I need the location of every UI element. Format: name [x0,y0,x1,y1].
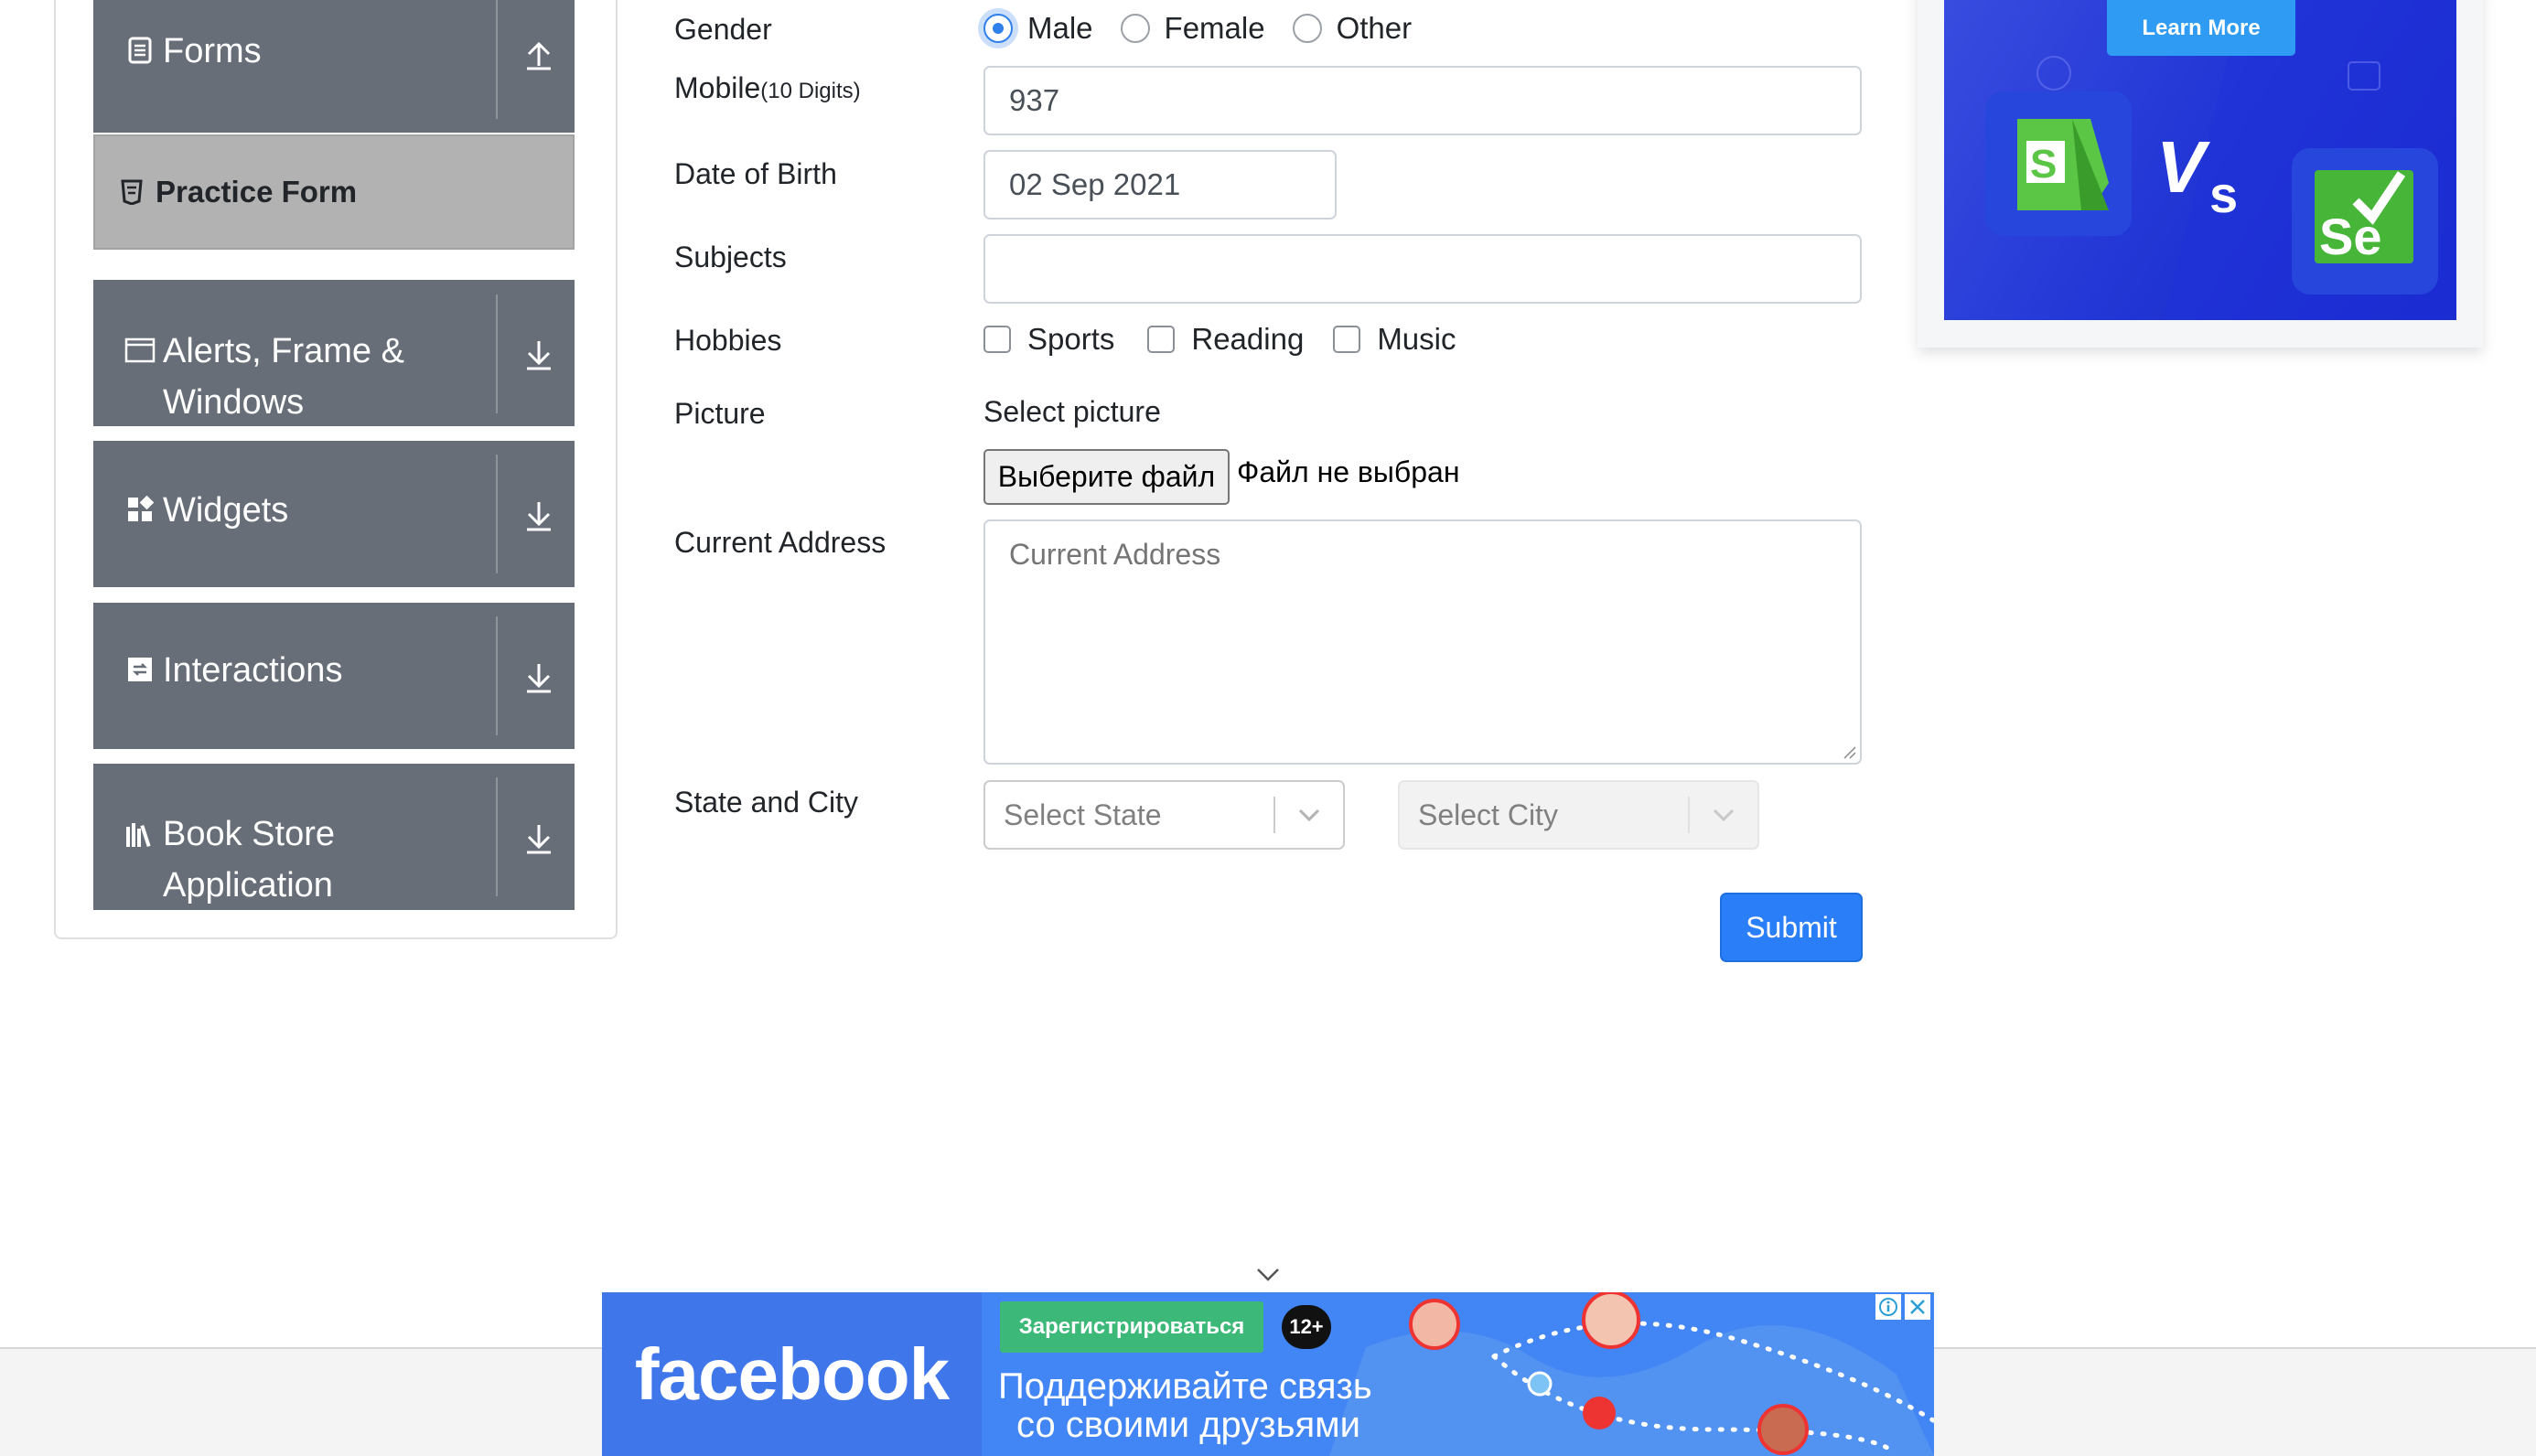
music-checkbox[interactable] [1333,326,1361,353]
subjects-input[interactable] [983,234,1862,304]
hobby-option-sports[interactable]: Sports [983,322,1114,357]
submit-button[interactable]: Submit [1720,893,1863,962]
state-placeholder: Select State [1004,798,1162,831]
sidebar-group-interactions[interactable]: Interactions [93,603,575,749]
ad-bottom-banner[interactable]: facebook Зарегистрироваться 12+ Поддержи… [602,1292,1934,1456]
picture-label: Picture [674,397,766,430]
hobby-option-label[interactable]: Reading [1191,322,1304,357]
mobile-value: 937 [1009,83,1060,117]
ad-tagline: Поддерживайте связь со своими друзьями [998,1367,1372,1444]
state-city-label: State and City [674,786,858,819]
address-label: Current Address [674,526,887,559]
gender-male-radio[interactable] [983,14,1013,43]
gender-option-label[interactable]: Female [1165,11,1265,46]
svg-text:V: V [2156,126,2210,208]
sidebar-item-label: Practice Form [156,175,358,209]
sidebar-group-label-line1: Book Store [163,815,335,853]
chevron-down-icon[interactable] [1256,1268,1280,1282]
hobby-option-label[interactable]: Music [1377,322,1456,357]
state-select[interactable]: Select State [983,780,1345,850]
gender-radio-group: Male Female Other [983,11,1439,46]
sidebar-group-alerts-frame-windows[interactable]: Alerts, Frame & Windows [93,280,575,426]
sidebar-group-label: Forms [163,32,262,70]
dob-value: 02 Sep 2021 [1009,167,1181,201]
hobbies-checkbox-group: Sports Reading Music [983,322,1484,357]
choose-file-button[interactable]: Выберите файл [983,449,1230,505]
books-icon [124,819,156,849]
gender-label: Gender [674,13,772,46]
hobbies-label: Hobbies [674,324,782,357]
mobile-label: Mobile(10 Digits) [674,71,861,105]
svg-text:s: s [2209,166,2238,223]
form-icon [124,37,156,64]
gender-option-label[interactable]: Male [1027,11,1093,46]
sidebar-item-practice-form[interactable]: Practice Form [93,134,575,250]
sidebar-group-forms[interactable]: Forms [93,0,575,133]
mobile-label-text: Mobile [674,71,761,104]
divider [496,777,498,896]
sidebar-group-label: Interactions [163,651,343,690]
html5-icon [121,179,143,205]
window-icon [124,337,156,364]
svg-text:S: S [2030,142,2057,187]
sports-checkbox[interactable] [983,326,1011,353]
sidebar-group-book-store[interactable]: Book Store Application [93,764,575,910]
sidebar-group-label-line2: Application [163,866,333,905]
hobby-option-music[interactable]: Music [1333,322,1456,357]
mobile-hint: (10 Digits) [760,79,861,103]
gender-option-other[interactable]: Other [1292,11,1413,46]
city-select[interactable]: Select City [1398,780,1759,850]
ad-tagline-line1: Поддерживайте связь [998,1366,1372,1407]
expand-arrow-icon[interactable] [503,820,575,857]
svg-text:Se: Se [2319,208,2382,265]
dob-label: Date of Birth [674,157,837,190]
address-textarea[interactable] [983,519,1862,765]
dob-input[interactable]: 02 Sep 2021 [983,150,1337,219]
hobby-option-label[interactable]: Sports [1027,322,1114,357]
city-placeholder: Select City [1418,798,1558,831]
interactions-icon [124,656,156,683]
expand-arrow-icon[interactable] [503,659,575,696]
gender-option-label[interactable]: Other [1337,11,1413,46]
learn-more-button[interactable]: Learn More [2107,0,2295,56]
reading-checkbox[interactable] [1147,326,1176,353]
expand-arrow-icon[interactable] [503,337,575,373]
gender-option-male[interactable]: Male [983,11,1093,46]
mobile-input[interactable]: 937 [983,66,1862,135]
collapse-arrow-icon[interactable] [503,37,575,73]
resize-handle-icon[interactable] [1843,745,1857,760]
chevron-down-icon[interactable] [1275,807,1343,823]
hobby-option-reading[interactable]: Reading [1147,322,1304,357]
divider [496,455,498,573]
ad-info-icon[interactable] [1875,1294,1901,1320]
ad-close-icon[interactable] [1905,1294,1930,1320]
picture-caption: Select picture [983,395,1161,428]
chevron-down-icon[interactable] [1690,807,1757,823]
gender-other-radio[interactable] [1292,14,1322,43]
divider [496,616,498,735]
widgets-icon [124,496,156,523]
divider [496,0,498,119]
divider [496,294,498,413]
gender-option-female[interactable]: Female [1120,11,1265,46]
gender-female-radio[interactable] [1120,14,1150,43]
sidebar-group-widgets[interactable]: Widgets [93,441,575,587]
facebook-logo: facebook [602,1292,982,1456]
expand-arrow-icon[interactable] [503,498,575,534]
sidebar-group-label: Widgets [163,491,289,530]
sidebar-group-label-line2: Windows [163,383,305,422]
age-rating-badge: 12+ [1282,1305,1331,1349]
subjects-label: Subjects [674,241,787,273]
ad-tagline-line2: со своими друзьями [1016,1405,1360,1445]
file-status: Файл не выбран [1237,455,1460,488]
register-button[interactable]: Зарегистрироваться [1000,1301,1263,1353]
sidebar-group-label-line1: Alerts, Frame & [163,332,404,370]
